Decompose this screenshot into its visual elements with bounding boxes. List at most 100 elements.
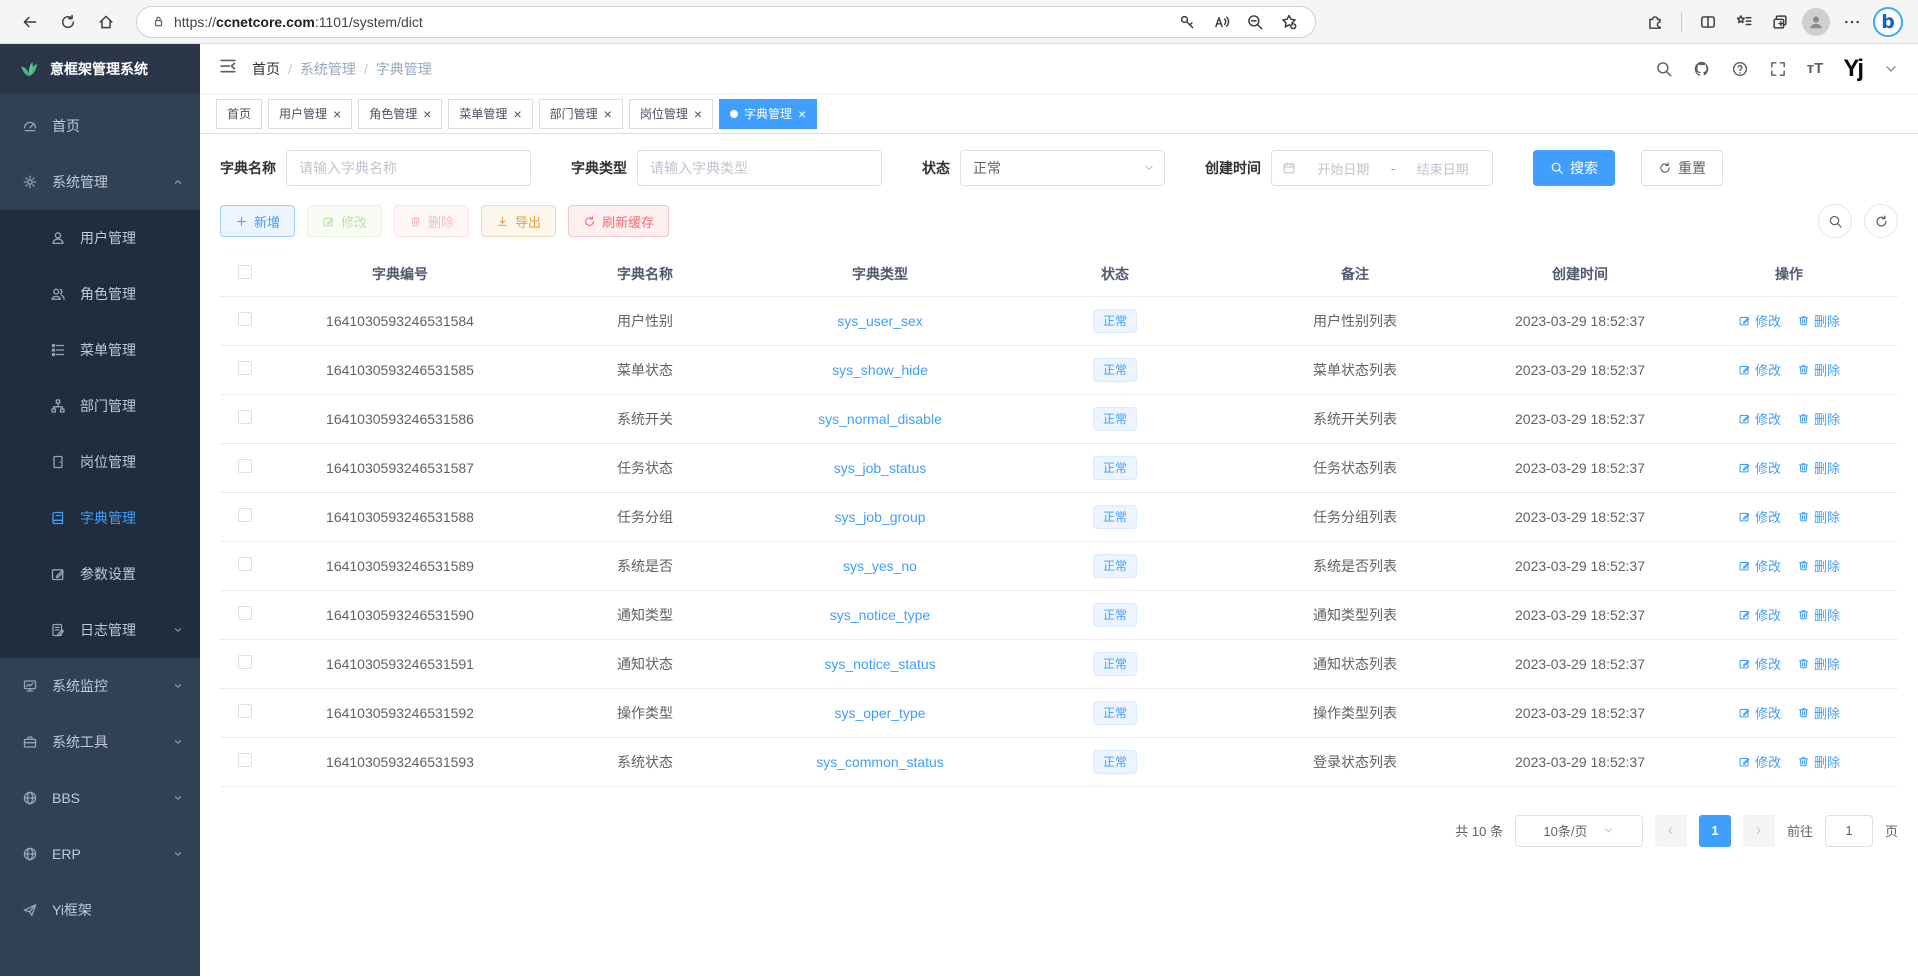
dict-type-link[interactable]: sys_notice_type	[830, 607, 930, 623]
refresh-cache-button[interactable]: 刷新缓存	[568, 205, 669, 237]
close-icon[interactable]: ×	[694, 106, 702, 122]
sidebar-item-yi-framework[interactable]: Yi框架	[0, 882, 200, 938]
row-edit-action[interactable]: 修改	[1738, 458, 1781, 477]
sidebar-item-home[interactable]: 首页	[0, 98, 200, 154]
sidebar-item-user-mgmt[interactable]: 用户管理	[0, 210, 200, 266]
row-edit-action[interactable]: 修改	[1738, 703, 1781, 722]
prev-page-button[interactable]	[1655, 815, 1687, 847]
sidebar-item-system-monitor[interactable]: 系统监控	[0, 658, 200, 714]
help-icon[interactable]	[1731, 60, 1749, 78]
sidebar-item-system-tools[interactable]: 系统工具	[0, 714, 200, 770]
zoom-out-button[interactable]	[1239, 6, 1271, 38]
search-button[interactable]: 搜索	[1533, 150, 1615, 186]
refresh-button[interactable]	[52, 6, 84, 38]
goto-page-input[interactable]	[1825, 815, 1873, 847]
sidebar-item-post-mgmt[interactable]: 岗位管理	[0, 434, 200, 490]
row-edit-action[interactable]: 修改	[1738, 409, 1781, 428]
status-select[interactable]: 正常	[960, 150, 1165, 186]
row-checkbox[interactable]	[238, 410, 252, 424]
add-button[interactable]: 新增	[220, 205, 295, 237]
search-tool-button[interactable]	[1818, 204, 1852, 238]
sidebar-collapse-button[interactable]	[218, 56, 238, 81]
star-add-button[interactable]	[1273, 6, 1305, 38]
export-button[interactable]: 导出	[481, 205, 556, 237]
tab-dept-mgmt[interactable]: 部门管理×	[539, 99, 623, 129]
row-delete-action[interactable]: 删除	[1797, 458, 1840, 477]
address-bar[interactable]: https://ccnetcore.com:1101/system/dict	[136, 6, 1316, 38]
favorites-bar-button[interactable]	[1728, 6, 1760, 38]
row-delete-action[interactable]: 删除	[1797, 605, 1840, 624]
breadcrumb-item[interactable]: 首页	[252, 59, 280, 79]
sidebar-item-menu-mgmt[interactable]: 菜单管理	[0, 322, 200, 378]
edit-button[interactable]: 修改	[307, 205, 382, 237]
tab-home[interactable]: 首页	[216, 99, 262, 129]
row-delete-action[interactable]: 删除	[1797, 556, 1840, 575]
row-delete-action[interactable]: 删除	[1797, 654, 1840, 673]
date-range-picker[interactable]: 开始日期 - 结束日期	[1271, 150, 1493, 186]
home-button[interactable]	[90, 6, 122, 38]
close-icon[interactable]: ×	[333, 106, 341, 122]
page-size-select[interactable]: 10条/页	[1515, 815, 1643, 847]
search-icon[interactable]	[1655, 60, 1673, 78]
close-icon[interactable]: ×	[423, 106, 431, 122]
breadcrumb-item[interactable]: 字典管理	[376, 59, 432, 79]
dict-type-link[interactable]: sys_oper_type	[834, 705, 925, 721]
sidebar-item-role-mgmt[interactable]: 角色管理	[0, 266, 200, 322]
dict-type-link[interactable]: sys_common_status	[816, 754, 944, 770]
row-checkbox[interactable]	[238, 361, 252, 375]
row-checkbox[interactable]	[238, 312, 252, 326]
sidebar-item-dept-mgmt[interactable]: 部门管理	[0, 378, 200, 434]
dict-type-link[interactable]: sys_notice_status	[824, 656, 935, 672]
dict-type-link[interactable]: sys_normal_disable	[818, 411, 942, 427]
dict-type-link[interactable]: sys_job_status	[834, 460, 927, 476]
refresh-tool-button[interactable]	[1864, 204, 1898, 238]
fullscreen-icon[interactable]	[1769, 60, 1787, 78]
close-icon[interactable]: ×	[513, 106, 521, 122]
back-button[interactable]	[14, 6, 46, 38]
font-size-icon[interactable]: тT	[1807, 61, 1824, 76]
dict-type-link[interactable]: sys_show_hide	[832, 362, 928, 378]
tab-role-mgmt[interactable]: 角色管理×	[358, 99, 442, 129]
row-edit-action[interactable]: 修改	[1738, 605, 1781, 624]
row-edit-action[interactable]: 修改	[1738, 556, 1781, 575]
bing-button[interactable]: b	[1872, 6, 1904, 38]
split-screen-button[interactable]	[1692, 6, 1724, 38]
row-checkbox[interactable]	[238, 655, 252, 669]
tab-dict-mgmt[interactable]: 字典管理×	[719, 99, 817, 129]
dict-type-input[interactable]	[637, 150, 882, 186]
row-checkbox[interactable]	[238, 753, 252, 767]
row-delete-action[interactable]: 删除	[1797, 752, 1840, 771]
more-button[interactable]	[1836, 6, 1868, 38]
row-edit-action[interactable]: 修改	[1738, 654, 1781, 673]
row-checkbox[interactable]	[238, 557, 252, 571]
row-checkbox[interactable]	[238, 606, 252, 620]
row-checkbox[interactable]	[238, 704, 252, 718]
page-number-1[interactable]: 1	[1699, 815, 1731, 847]
key-button[interactable]	[1171, 6, 1203, 38]
github-icon[interactable]	[1693, 60, 1711, 78]
row-edit-action[interactable]: 修改	[1738, 507, 1781, 526]
row-delete-action[interactable]: 删除	[1797, 409, 1840, 428]
row-delete-action[interactable]: 删除	[1797, 703, 1840, 722]
tab-menu-mgmt[interactable]: 菜单管理×	[448, 99, 532, 129]
sidebar-item-erp[interactable]: ERP	[0, 826, 200, 882]
row-delete-action[interactable]: 删除	[1797, 360, 1840, 379]
next-page-button[interactable]	[1743, 815, 1775, 847]
row-edit-action[interactable]: 修改	[1738, 311, 1781, 330]
row-checkbox[interactable]	[238, 508, 252, 522]
sidebar-item-system-mgmt[interactable]: 系统管理	[0, 154, 200, 210]
breadcrumb-item[interactable]: 系统管理	[300, 59, 356, 79]
delete-button[interactable]: 删除	[394, 205, 469, 237]
avatar-button[interactable]	[1800, 6, 1832, 38]
sidebar-item-bbs[interactable]: BBS	[0, 770, 200, 826]
row-delete-action[interactable]: 删除	[1797, 311, 1840, 330]
row-edit-action[interactable]: 修改	[1738, 360, 1781, 379]
close-icon[interactable]: ×	[798, 106, 806, 122]
row-delete-action[interactable]: 删除	[1797, 507, 1840, 526]
collections-button[interactable]	[1764, 6, 1796, 38]
sidebar-item-dict-mgmt[interactable]: 字典管理	[0, 490, 200, 546]
app-logo[interactable]: 意框架管理系统	[0, 44, 200, 94]
dict-name-input[interactable]	[286, 150, 531, 186]
extensions-button[interactable]	[1639, 6, 1671, 38]
sidebar-item-param-settings[interactable]: 参数设置	[0, 546, 200, 602]
